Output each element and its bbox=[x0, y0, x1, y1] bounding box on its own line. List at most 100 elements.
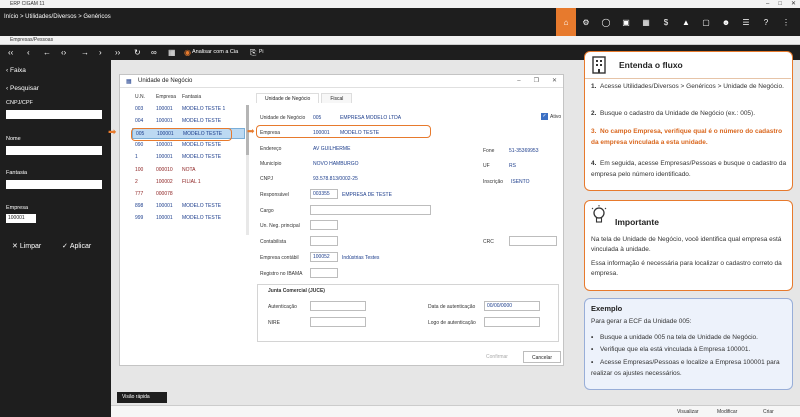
empresa-contabil-input[interactable]: 100052 bbox=[310, 252, 338, 262]
contabilista-input[interactable] bbox=[310, 236, 338, 246]
chart-icon[interactable]: ▲ bbox=[676, 8, 696, 36]
cancelar-button[interactable]: Cancelar bbox=[523, 351, 561, 363]
first-icon[interactable]: ‹‹ bbox=[8, 47, 13, 58]
ativo-checkbox[interactable]: ✓ bbox=[541, 113, 548, 120]
cnpj-label: CNPJ/CPF bbox=[6, 100, 33, 106]
nire-input[interactable] bbox=[310, 317, 366, 327]
pesquisar-link[interactable]: ‹ Pesquisar bbox=[6, 85, 39, 92]
list-icon[interactable]: ☰ bbox=[736, 8, 756, 36]
aplicar-button[interactable]: ✓ Aplicar bbox=[62, 242, 91, 250]
cell-empresa: 100002 bbox=[156, 178, 173, 185]
list-item[interactable]: 898 100001 MODELO TESTE bbox=[132, 201, 245, 212]
logo-autenticacao-label: Logo de autenticação bbox=[428, 320, 476, 326]
limpar-button[interactable]: ✕ Limpar bbox=[12, 242, 41, 250]
breadcrumb[interactable]: Início > Utilidades/Diversos > Genéricos bbox=[4, 14, 111, 20]
fone-label: Fone bbox=[483, 148, 495, 154]
cell-un: 004 bbox=[135, 118, 144, 125]
list-item[interactable]: 100 000010 NOTA bbox=[132, 165, 245, 176]
dialog-controls: – ❐ ✕ bbox=[517, 75, 557, 88]
minimize-icon[interactable]: – bbox=[517, 75, 520, 88]
col-header-fantasia[interactable]: Fantasia bbox=[182, 94, 201, 100]
cell-fantasia: MODELO TESTE bbox=[182, 202, 222, 209]
maximize-icon[interactable]: □ bbox=[778, 0, 782, 8]
col-header-un[interactable]: U.N. bbox=[135, 94, 145, 100]
unidade-label: Unidade de Negócio bbox=[260, 115, 306, 121]
registro-ibama-input[interactable] bbox=[310, 268, 338, 278]
restore-icon[interactable]: ❐ bbox=[534, 75, 539, 88]
data-autenticacao-input[interactable]: 00/00/0000 bbox=[484, 301, 540, 311]
visualizar-button[interactable]: Visualizar bbox=[677, 407, 699, 417]
confirmar-button[interactable]: Confirmar bbox=[475, 351, 519, 363]
exemplo-panel: Exemplo Para gerar a ECF da Unidade 005:… bbox=[584, 298, 793, 390]
list-item[interactable]: 777 000078 bbox=[132, 189, 245, 200]
next-icon[interactable]: › bbox=[99, 47, 102, 58]
help-icon[interactable]: ? bbox=[756, 8, 776, 36]
cia-icon[interactable]: ◉ bbox=[184, 47, 191, 58]
fluxo-step-2: 2. Busque o cadastro da Unidade de Negóci… bbox=[591, 110, 756, 117]
importante-panel: Importante Na tela de Unidade de Negócio… bbox=[584, 200, 793, 291]
responsavel-input[interactable]: 003355 bbox=[310, 189, 338, 199]
list-item[interactable]: 999 100001 MODELO TESTE bbox=[132, 213, 245, 224]
window-title: ERP CIGAM 11 bbox=[0, 0, 800, 8]
grid-icon[interactable]: ▦ bbox=[636, 8, 656, 36]
crc-input[interactable] bbox=[509, 236, 557, 246]
nome-label: Nome bbox=[6, 136, 21, 142]
refresh-icon[interactable]: ↻ bbox=[134, 47, 141, 58]
dollar-icon[interactable]: $ bbox=[656, 8, 676, 36]
cnpj-input[interactable] bbox=[6, 110, 102, 119]
close-icon[interactable]: ✕ bbox=[552, 75, 557, 88]
cargo-label: Cargo bbox=[260, 208, 274, 214]
list-item[interactable]: 2 100002 FILIAL 1 bbox=[132, 177, 245, 188]
un-principal-input[interactable] bbox=[310, 220, 338, 230]
cell-empresa: 100001 bbox=[156, 154, 173, 161]
users-icon[interactable]: ☻ bbox=[716, 8, 736, 36]
list-item[interactable]: 090 100001 MODELO TESTE bbox=[132, 140, 245, 151]
modificar-button[interactable]: Modificar bbox=[717, 407, 737, 417]
document-icon[interactable]: ▣ bbox=[616, 8, 636, 36]
lightbulb-icon bbox=[591, 205, 607, 223]
visao-rapida-tab[interactable]: Visão rápida bbox=[117, 392, 167, 403]
cell-fantasia: FILIAL 1 bbox=[182, 178, 201, 185]
home-icon[interactable]: ⌂ bbox=[556, 8, 576, 36]
cell-fantasia: MODELO TESTE bbox=[182, 154, 222, 161]
exemplo-item-1: • Busque a unidade 005 na tela de Unidade… bbox=[591, 334, 758, 341]
last-icon[interactable]: ›› bbox=[115, 47, 120, 58]
list-item[interactable]: 004 100001 MODELO TESTE bbox=[132, 116, 245, 127]
link-icon[interactable]: ∞ bbox=[151, 47, 157, 58]
cnpj-value: 93.578.813/0002-25 bbox=[313, 176, 358, 182]
tab-unidade-negocio[interactable]: Unidade de Negócio bbox=[256, 93, 320, 103]
back-icon[interactable]: ← bbox=[43, 47, 51, 58]
col-header-empresa[interactable]: Empresa bbox=[156, 94, 176, 100]
data-autenticacao-label: Data de autenticação bbox=[428, 304, 476, 310]
inscricao-value: ISENTO bbox=[511, 179, 530, 185]
uf-value: RS bbox=[509, 163, 516, 169]
code-icon[interactable]: ‹› bbox=[61, 47, 66, 58]
fantasia-input[interactable] bbox=[6, 180, 102, 189]
forward-icon[interactable]: → bbox=[81, 47, 89, 58]
autenticacao-input[interactable] bbox=[310, 301, 366, 311]
empresa-input[interactable]: 100001 bbox=[6, 214, 36, 223]
calendar-icon[interactable]: ▦ bbox=[168, 47, 176, 58]
close-icon[interactable]: ✕ bbox=[791, 0, 796, 8]
unidade-code[interactable]: 005 bbox=[313, 115, 321, 121]
list-item[interactable]: 003 100001 MODELO TESTE 1 bbox=[132, 104, 245, 115]
more-icon[interactable]: ⋮ bbox=[776, 8, 796, 36]
criar-button[interactable]: Criar bbox=[763, 407, 774, 417]
minimize-icon[interactable]: – bbox=[766, 0, 769, 8]
list-item[interactable]: 1 100001 MODELO TESTE bbox=[132, 152, 245, 163]
cell-un: 898 bbox=[135, 202, 144, 209]
tab-fiscal[interactable]: Fiscal bbox=[321, 93, 353, 103]
box-icon[interactable]: ▢ bbox=[696, 8, 716, 36]
prev-icon[interactable]: ‹ bbox=[27, 47, 30, 58]
cargo-input[interactable] bbox=[310, 205, 431, 215]
settings-icon[interactable]: ⚙ bbox=[576, 8, 596, 36]
attachment-icon[interactable]: ⎘ bbox=[250, 47, 256, 58]
nome-input[interactable] bbox=[6, 146, 102, 155]
unit-list: U.N. Empresa Fantasia 003 100001 MODELO TE… bbox=[132, 94, 245, 234]
tab-empresas-pessoas[interactable]: Empresas/Pessoas bbox=[0, 36, 800, 45]
logo-autenticacao-input[interactable] bbox=[484, 317, 540, 327]
building-icon bbox=[592, 56, 606, 74]
compass-icon[interactable]: ◯ bbox=[596, 8, 616, 36]
faixa-link[interactable]: ‹ Faixa bbox=[6, 67, 26, 74]
analisar-com-cia-button[interactable]: Analisar com a Cia bbox=[192, 48, 238, 57]
